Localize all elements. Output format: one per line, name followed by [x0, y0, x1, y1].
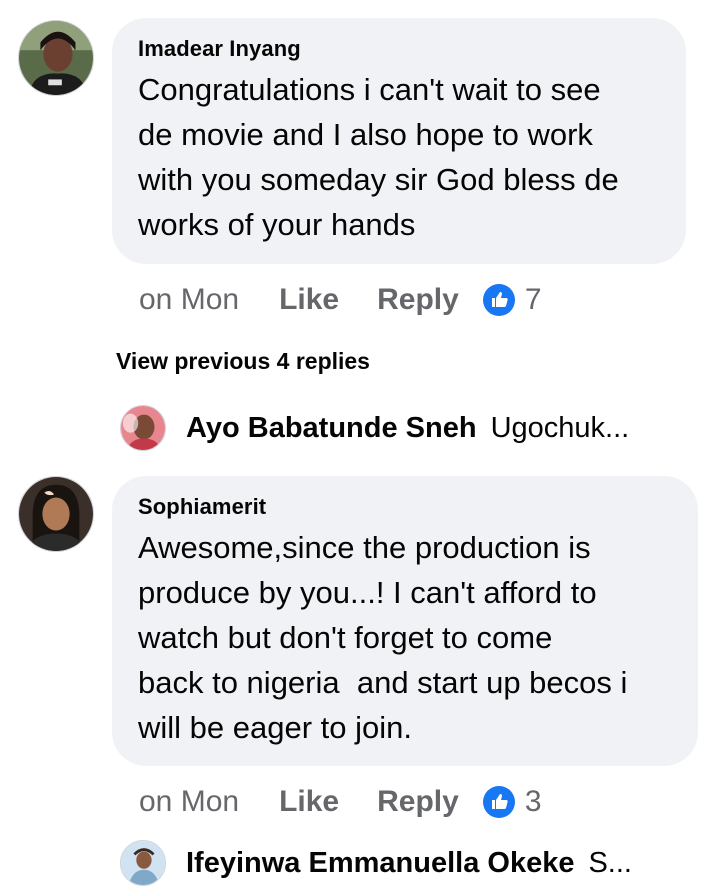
comment-actions: on Mon Like Reply 3 [139, 780, 542, 824]
thumbs-up-icon[interactable] [482, 786, 515, 818]
comment-timestamp[interactable]: on Mon [139, 785, 239, 819]
profile-photo-icon [121, 841, 165, 885]
like-button[interactable]: Like [279, 785, 339, 819]
reply-button[interactable]: Reply [377, 785, 459, 819]
comment-text: Awesome,since the production is produce … [138, 530, 628, 745]
avatar[interactable] [18, 476, 94, 552]
comment-bubble: Sophiamerit Awesome,since the production… [112, 476, 698, 766]
comment-author[interactable]: Sophiamerit [138, 494, 672, 520]
reply-preview-text: S... [588, 846, 632, 879]
profile-photo-icon [19, 477, 93, 551]
comment-2: Sophiamerit Awesome,since the production… [0, 0, 720, 840]
reaction-count[interactable]: 3 [525, 785, 542, 819]
reply-preview[interactable]: Ifeyinwa Emmanuella Okeke S... [120, 840, 632, 886]
reply-author[interactable]: Ifeyinwa Emmanuella Okeke [186, 847, 574, 880]
avatar[interactable] [120, 840, 166, 886]
